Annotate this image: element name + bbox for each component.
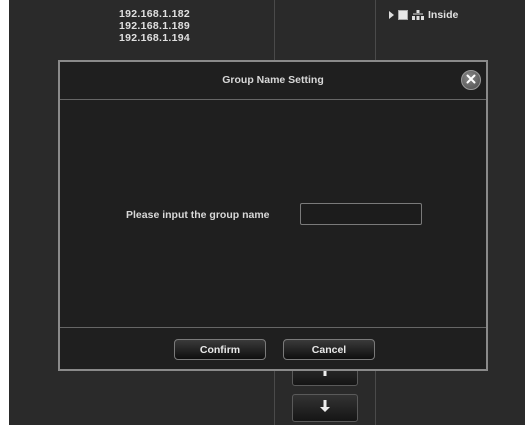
column-divider-right — [375, 0, 376, 60]
ip-address-list: 192.168.1.182 192.168.1.189 192.168.1.19… — [119, 8, 190, 44]
tree-item-inside[interactable]: Inside — [389, 8, 458, 22]
ip-list-item[interactable]: 192.168.1.182 — [119, 8, 190, 20]
move-down-button[interactable] — [292, 394, 358, 422]
close-icon — [466, 71, 476, 89]
footer-divider — [60, 327, 486, 328]
network-icon — [412, 10, 424, 20]
group-name-label: Please input the group name — [126, 209, 270, 221]
ip-list-item[interactable]: 192.168.1.189 — [119, 20, 190, 32]
column-divider-right-lower — [375, 371, 376, 425]
dialog-title: Group Name Setting — [222, 74, 324, 86]
group-name-dialog: Group Name Setting Please input the grou… — [58, 60, 488, 371]
ip-list-item[interactable]: 192.168.1.194 — [119, 32, 190, 44]
cancel-button[interactable]: Cancel — [283, 339, 375, 360]
confirm-button[interactable]: Confirm — [174, 339, 266, 360]
checkbox-icon[interactable] — [398, 10, 408, 20]
group-name-input[interactable] — [300, 203, 422, 225]
title-divider — [60, 99, 486, 100]
arrow-down-icon — [319, 399, 331, 418]
close-button[interactable] — [461, 70, 481, 90]
triangle-right-icon[interactable] — [389, 11, 394, 19]
tree-item-label: Inside — [428, 9, 459, 21]
column-divider-left — [274, 0, 275, 60]
column-divider-left-lower — [274, 371, 275, 425]
